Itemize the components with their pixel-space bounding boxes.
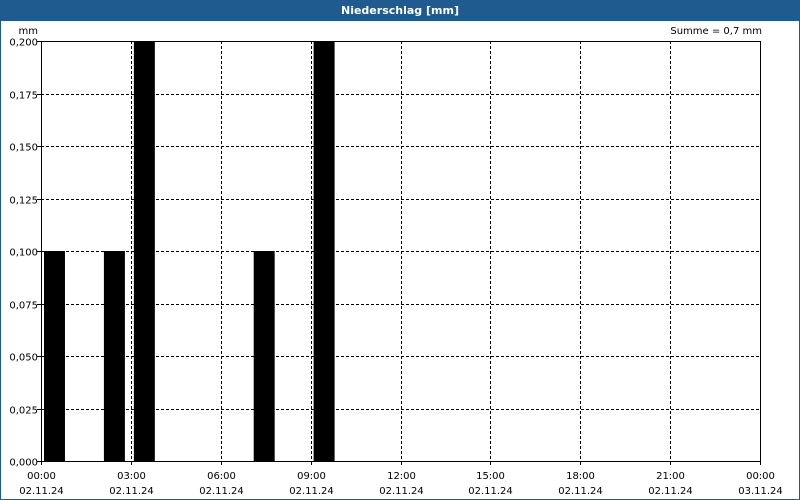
x-tick-time: 09:00	[297, 471, 326, 482]
x-tick-time: 03:00	[117, 471, 146, 482]
y-tick-label: 0,175	[9, 91, 38, 102]
y-tick-label: 0,200	[9, 38, 38, 49]
y-tick-label: 0,075	[9, 301, 38, 312]
x-tick-time: 00:00	[746, 471, 775, 482]
x-tick-date: 02.11.24	[379, 486, 424, 497]
x-tick-time: 12:00	[387, 471, 416, 482]
x-tick-time: 00:00	[27, 471, 56, 482]
y-axis-unit: mm	[19, 26, 38, 37]
x-tick-date: 02.11.24	[289, 486, 334, 497]
y-tick-label: 0,125	[9, 196, 38, 207]
x-tick-date: 02.11.24	[109, 486, 154, 497]
precipitation-bar	[44, 251, 65, 461]
y-tick-label: 0,000	[9, 458, 38, 469]
x-tick-time: 18:00	[566, 471, 595, 482]
precipitation-chart: 0,000 0,025 0,050 0,075 0,100 0,125 0,150 0,175…	[9, 26, 782, 497]
y-tick-label: 0,025	[9, 406, 38, 417]
precipitation-bar	[103, 251, 125, 461]
precipitation-bar	[133, 41, 155, 461]
chart-title: Niederschlag [mm]	[1, 1, 799, 21]
x-tick-time: 15:00	[476, 471, 505, 482]
precipitation-bar	[313, 41, 335, 461]
axis-labels: 0,000 0,025 0,050 0,075 0,100 0,125 0,150 0,175…	[9, 26, 782, 497]
x-tick-date: 02.11.24	[648, 486, 693, 497]
x-tick-time: 06:00	[207, 471, 236, 482]
x-tick-date: 02.11.24	[558, 486, 603, 497]
y-tick-label: 0,100	[9, 248, 38, 259]
precipitation-bar	[253, 251, 275, 461]
chart-window: Niederschlag [mm] 0,000 0,025 0,050 0,075 0,…	[0, 0, 800, 500]
x-tick-time: 21:00	[656, 471, 685, 482]
x-tick-date: 02.11.24	[468, 486, 513, 497]
y-tick-label: 0,150	[9, 143, 38, 154]
sum-annotation: Summe = 0,7 mm	[670, 26, 762, 37]
x-tick-date: 02.11.24	[199, 486, 244, 497]
y-tick-label: 0,050	[9, 353, 38, 364]
x-tick-date: 02.11.24	[19, 486, 64, 497]
x-tick-date: 03.11.24	[738, 486, 783, 497]
